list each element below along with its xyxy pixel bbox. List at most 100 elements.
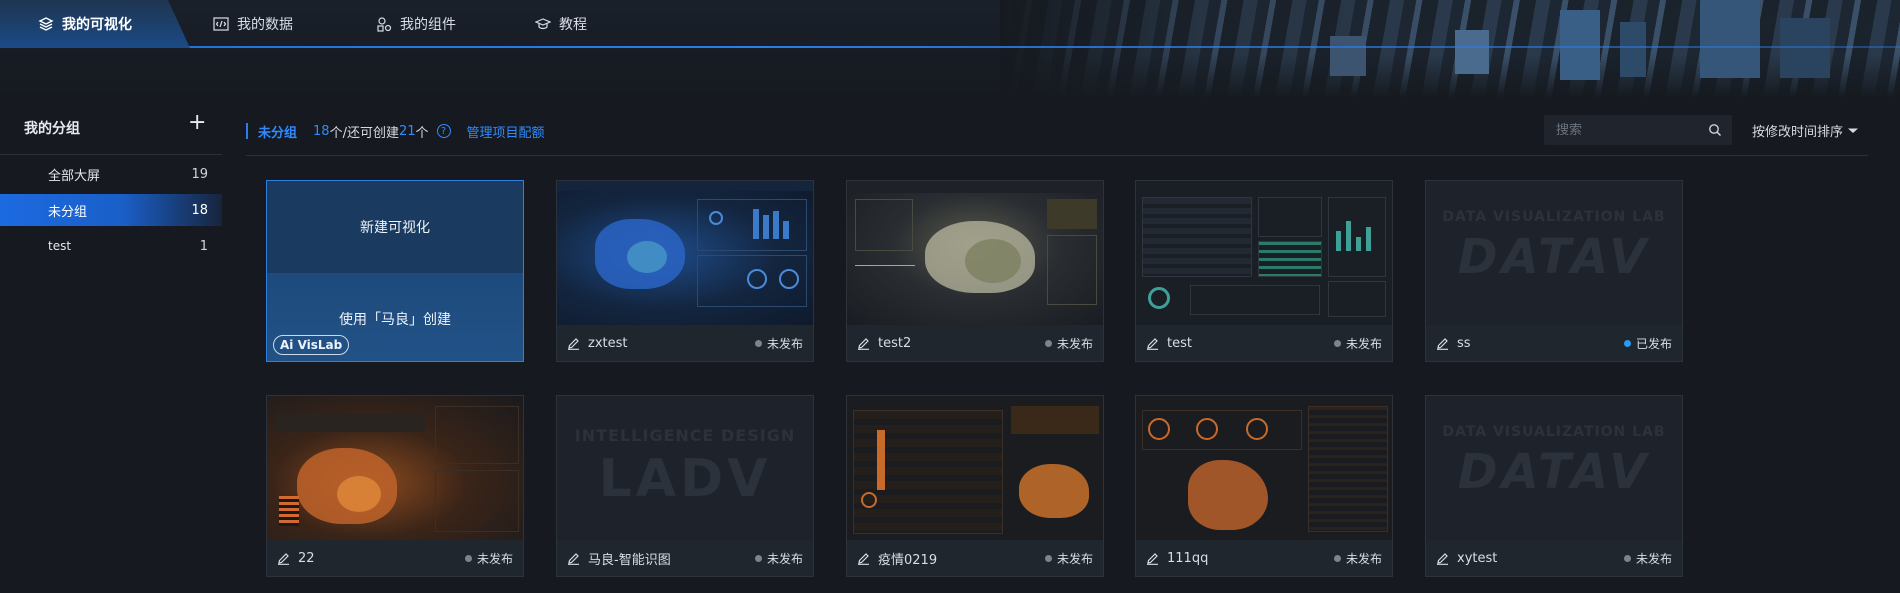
status-dot <box>464 554 472 562</box>
help-icon[interactable]: ? <box>436 124 451 138</box>
sidebar-item-all[interactable]: 全部大屏 19 <box>0 158 222 190</box>
edit-icon[interactable] <box>1146 337 1159 350</box>
edit-icon[interactable] <box>1146 552 1159 565</box>
project-thumbnail <box>847 181 1103 325</box>
project-thumbnail <box>557 181 813 325</box>
tab-label: 我的组件 <box>400 17 456 33</box>
project-name[interactable]: 111qq <box>1167 551 1334 566</box>
edit-icon[interactable] <box>857 552 870 565</box>
chevron-down-icon <box>1848 128 1859 133</box>
project-card[interactable]: 疫情0219 未发布 <box>846 395 1104 577</box>
project-card[interactable]: 22 未发布 <box>266 395 524 577</box>
sidebar-item-ungrouped[interactable]: 未分组 18 <box>0 194 222 226</box>
status-label: 未发布 <box>766 336 803 351</box>
publish-status: 未发布 <box>1044 550 1093 567</box>
sort-label: 按修改时间排序 <box>1752 125 1844 140</box>
sort-dropdown[interactable]: 按修改时间排序 <box>1752 121 1859 140</box>
publish-status: 已发布 <box>1623 335 1672 352</box>
project-thumbnail <box>847 396 1103 540</box>
divider <box>246 155 1868 156</box>
project-thumbnail: INTELLIGENCE DESIGN LADV <box>557 396 813 540</box>
project-card[interactable]: DATA VISUALIZATION LAB DATAV ss 已发布 <box>1425 180 1683 362</box>
edit-icon[interactable] <box>857 337 870 350</box>
count-text: 个/还可创建 <box>329 125 399 141</box>
project-card[interactable]: test2 未发布 <box>846 180 1104 362</box>
project-thumbnail: DATA VISUALIZATION LAB DATAV <box>1426 396 1682 540</box>
current-group: 未分组 <box>258 125 298 141</box>
status-dot <box>754 339 762 347</box>
tab-tutorial[interactable]: 教程 <box>535 0 587 48</box>
project-name[interactable]: test2 <box>878 336 1045 351</box>
sidebar-title: 我的分组 <box>24 121 80 137</box>
create-new-button[interactable]: 新建可视化 <box>267 181 523 273</box>
tab-my-visualization[interactable]: 我的可视化 <box>0 0 190 48</box>
sidebar-item-count: 18 <box>191 202 208 218</box>
create-new-label: 新建可视化 <box>360 220 430 236</box>
tab-my-data[interactable]: 我的数据 <box>213 0 293 48</box>
city-banner-image <box>1000 0 1900 98</box>
datav-logo: DATA VISUALIZATION LAB DATAV <box>1426 209 1682 285</box>
project-card[interactable]: 111qq 未发布 <box>1135 395 1393 577</box>
manage-quota-link[interactable]: 管理项目配额 <box>467 122 545 141</box>
sidebar-item-count: 1 <box>199 238 208 254</box>
publish-status: 未发布 <box>1623 550 1672 567</box>
publish-status: 未发布 <box>464 550 513 567</box>
project-name[interactable]: zxtest <box>588 336 755 351</box>
logo-title: DATAV <box>1457 229 1651 285</box>
project-thumbnail <box>267 396 523 540</box>
add-group-button[interactable]: + <box>188 112 206 134</box>
edit-icon[interactable] <box>277 552 290 565</box>
card-footer: zxtest 未发布 <box>557 325 813 361</box>
status-dot <box>1623 339 1631 347</box>
logo-subtitle: DATA VISUALIZATION LAB <box>1442 209 1666 225</box>
logo-subtitle: INTELLIGENCE DESIGN <box>574 426 796 445</box>
status-label: 未发布 <box>1635 551 1672 566</box>
status-dot <box>1333 339 1341 347</box>
status-dot <box>1623 554 1631 562</box>
project-card[interactable]: DATA VISUALIZATION LAB DATAV xytest 未发布 <box>1425 395 1683 577</box>
publish-status: 未发布 <box>1333 550 1382 567</box>
top-navigation: 我的可视化 我的数据 我的组件 教程 <box>0 0 1900 98</box>
ai-vislab-badge: Ai VisLab <box>273 335 350 355</box>
project-card[interactable]: zxtest 未发布 <box>556 180 814 362</box>
card-footer: test2 未发布 <box>847 325 1103 361</box>
code-icon <box>213 17 229 31</box>
project-count: 18 <box>313 123 330 139</box>
project-card[interactable]: INTELLIGENCE DESIGN LADV 马良-智能识图 未发布 <box>556 395 814 577</box>
status-dot <box>1044 554 1052 562</box>
divider <box>0 154 222 155</box>
card-footer: xytest 未发布 <box>1426 540 1682 576</box>
edit-icon[interactable] <box>1436 337 1449 350</box>
tab-label: 我的数据 <box>237 17 293 33</box>
project-name[interactable]: test <box>1167 336 1334 351</box>
project-name[interactable]: 马良-智能识图 <box>588 549 755 568</box>
sidebar-item-label: 未分组 <box>48 204 88 220</box>
status-label: 已发布 <box>1635 336 1672 351</box>
edit-icon[interactable] <box>567 552 580 565</box>
search-box <box>1544 115 1732 145</box>
edit-icon[interactable] <box>567 337 580 350</box>
new-visualization-card[interactable]: 新建可视化 使用「马良」创建 Ai VisLab <box>266 180 524 362</box>
tab-my-components[interactable]: 我的组件 <box>376 0 456 48</box>
status-label: 未发布 <box>1345 551 1382 566</box>
project-card[interactable]: test 未发布 <box>1135 180 1393 362</box>
project-name[interactable]: 22 <box>298 551 465 566</box>
sidebar-item-label: test <box>48 239 72 253</box>
status-label: 未发布 <box>1345 336 1382 351</box>
layers-icon <box>38 17 54 31</box>
project-thumbnail <box>1136 181 1392 325</box>
search-input[interactable] <box>1556 122 1696 138</box>
project-name[interactable]: ss <box>1457 336 1624 351</box>
tab-label: 我的可视化 <box>62 17 132 33</box>
edit-icon[interactable] <box>1436 552 1449 565</box>
project-thumbnail: DATA VISUALIZATION LAB DATAV <box>1426 181 1682 325</box>
components-icon <box>377 17 392 32</box>
sidebar-item-test[interactable]: test 1 <box>0 230 222 262</box>
graduation-cap-icon <box>535 18 551 30</box>
datav-logo: DATA VISUALIZATION LAB DATAV <box>1426 424 1682 500</box>
project-name[interactable]: 疫情0219 <box>878 549 1045 568</box>
status-dot <box>1044 339 1052 347</box>
search-icon[interactable] <box>1708 123 1722 137</box>
project-name[interactable]: xytest <box>1457 551 1624 566</box>
project-thumbnail <box>1136 396 1392 540</box>
